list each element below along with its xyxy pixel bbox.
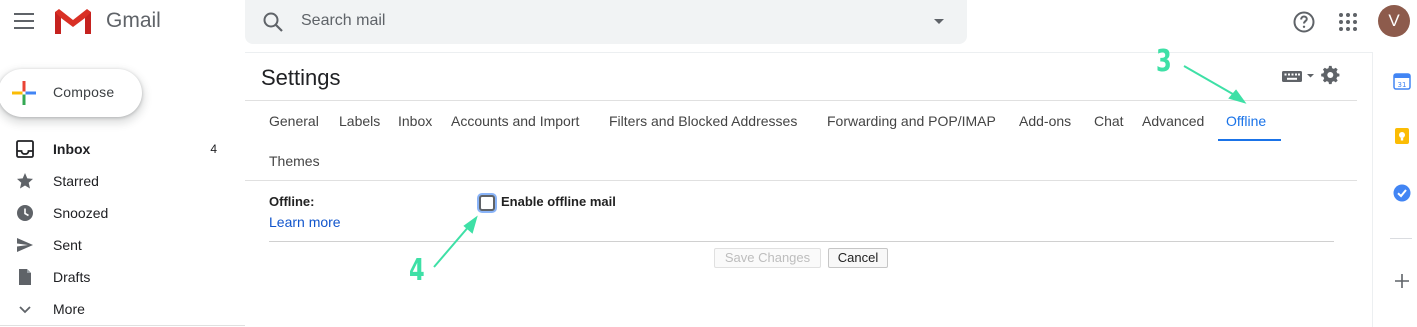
sidebar-item-snoozed[interactable]: Snoozed (0, 197, 245, 229)
tab-chat[interactable]: Chat (1094, 113, 1124, 129)
tab-filters-and-blocked-addresses[interactable]: Filters and Blocked Addresses (609, 113, 797, 129)
sidebar-item-sent[interactable]: Sent (0, 229, 245, 261)
enable-offline-mail-checkbox[interactable] (479, 195, 495, 211)
learn-more-link[interactable]: Learn more (269, 214, 341, 230)
unread-count: 4 (210, 142, 217, 156)
sidebar-item-more[interactable]: More (0, 293, 245, 325)
divider (245, 180, 1357, 181)
sidebar-item-label: Drafts (53, 269, 91, 285)
compose-label: Compose (53, 84, 115, 100)
gear-icon[interactable] (1321, 65, 1341, 85)
sidebar-item-label: More (53, 301, 85, 317)
chevron-down-icon (19, 306, 31, 314)
tasks-icon[interactable] (1393, 184, 1411, 202)
sidebar-item-label: Starred (53, 173, 99, 189)
tab-add-ons[interactable]: Add-ons (1019, 113, 1071, 129)
divider (269, 241, 1334, 242)
keep-icon[interactable] (1393, 127, 1411, 145)
sidebar-item-starred[interactable]: Starred (0, 165, 245, 197)
annotation-step-3: 3 (1156, 44, 1172, 79)
tab-advanced[interactable]: Advanced (1142, 113, 1204, 129)
enable-offline-mail-label[interactable]: Enable offline mail (501, 194, 616, 209)
page-title: Settings (261, 65, 341, 90)
top-bar: Gmail V (0, 0, 1417, 52)
help-icon[interactable] (1292, 10, 1316, 34)
main-menu-icon[interactable] (14, 13, 36, 31)
compose-button[interactable]: Compose (0, 69, 142, 117)
search-options-icon[interactable] (933, 18, 945, 26)
avatar[interactable]: V (1378, 5, 1410, 37)
annotation-arrowhead-4 (463, 215, 478, 234)
calendar-icon[interactable]: 31 (1393, 72, 1411, 90)
sidebar-item-drafts[interactable]: Drafts (0, 261, 245, 293)
apps-grid-icon[interactable] (1338, 12, 1358, 32)
inbox-icon (16, 140, 34, 158)
sidebar-item-label: Snoozed (53, 205, 109, 221)
clock-icon (17, 205, 33, 221)
tab-accounts-and-import[interactable]: Accounts and Import (451, 113, 579, 129)
active-tab-indicator (1218, 139, 1281, 141)
offline-setting-label: Offline: (269, 194, 315, 209)
tab-forwarding-and-pop-imap[interactable]: Forwarding and POP/IMAP (827, 113, 996, 129)
divider (1390, 238, 1412, 239)
side-panel-divider (1372, 52, 1373, 327)
svg-text:31: 31 (1398, 81, 1407, 89)
divider (245, 52, 1372, 53)
star-icon (17, 173, 33, 189)
sidebar-item-label: Inbox (53, 141, 91, 157)
brand-name[interactable]: Gmail (106, 9, 161, 33)
gmail-logo-icon[interactable] (53, 6, 93, 36)
tab-general[interactable]: General (269, 113, 319, 129)
sidebar-item-label: Sent (53, 237, 82, 253)
search-bar[interactable] (245, 0, 967, 44)
plus-icon (12, 81, 36, 105)
tab-themes[interactable]: Themes (269, 153, 320, 169)
draft-icon (19, 269, 31, 285)
sidebar-nav: Inbox 4 Starred Snoozed Sent Drafts More (0, 133, 245, 325)
tab-offline[interactable]: Offline (1226, 113, 1266, 129)
cancel-button[interactable]: Cancel (828, 248, 888, 268)
sidebar-divider (0, 325, 245, 326)
annotation-arrow-3 (1183, 65, 1239, 98)
tab-inbox[interactable]: Inbox (398, 113, 432, 129)
search-input[interactable] (301, 12, 901, 30)
annotation-arrow-4 (433, 224, 471, 268)
save-changes-button[interactable]: Save Changes (714, 248, 821, 268)
add-addon-icon[interactable] (1394, 273, 1410, 289)
search-icon[interactable] (261, 10, 285, 34)
sidebar-item-inbox[interactable]: Inbox 4 (0, 133, 245, 165)
annotation-step-4: 4 (409, 253, 425, 288)
divider (245, 100, 1357, 101)
keyboard-icon[interactable] (1282, 68, 1316, 84)
tab-labels[interactable]: Labels (339, 113, 380, 129)
send-icon (17, 238, 33, 252)
